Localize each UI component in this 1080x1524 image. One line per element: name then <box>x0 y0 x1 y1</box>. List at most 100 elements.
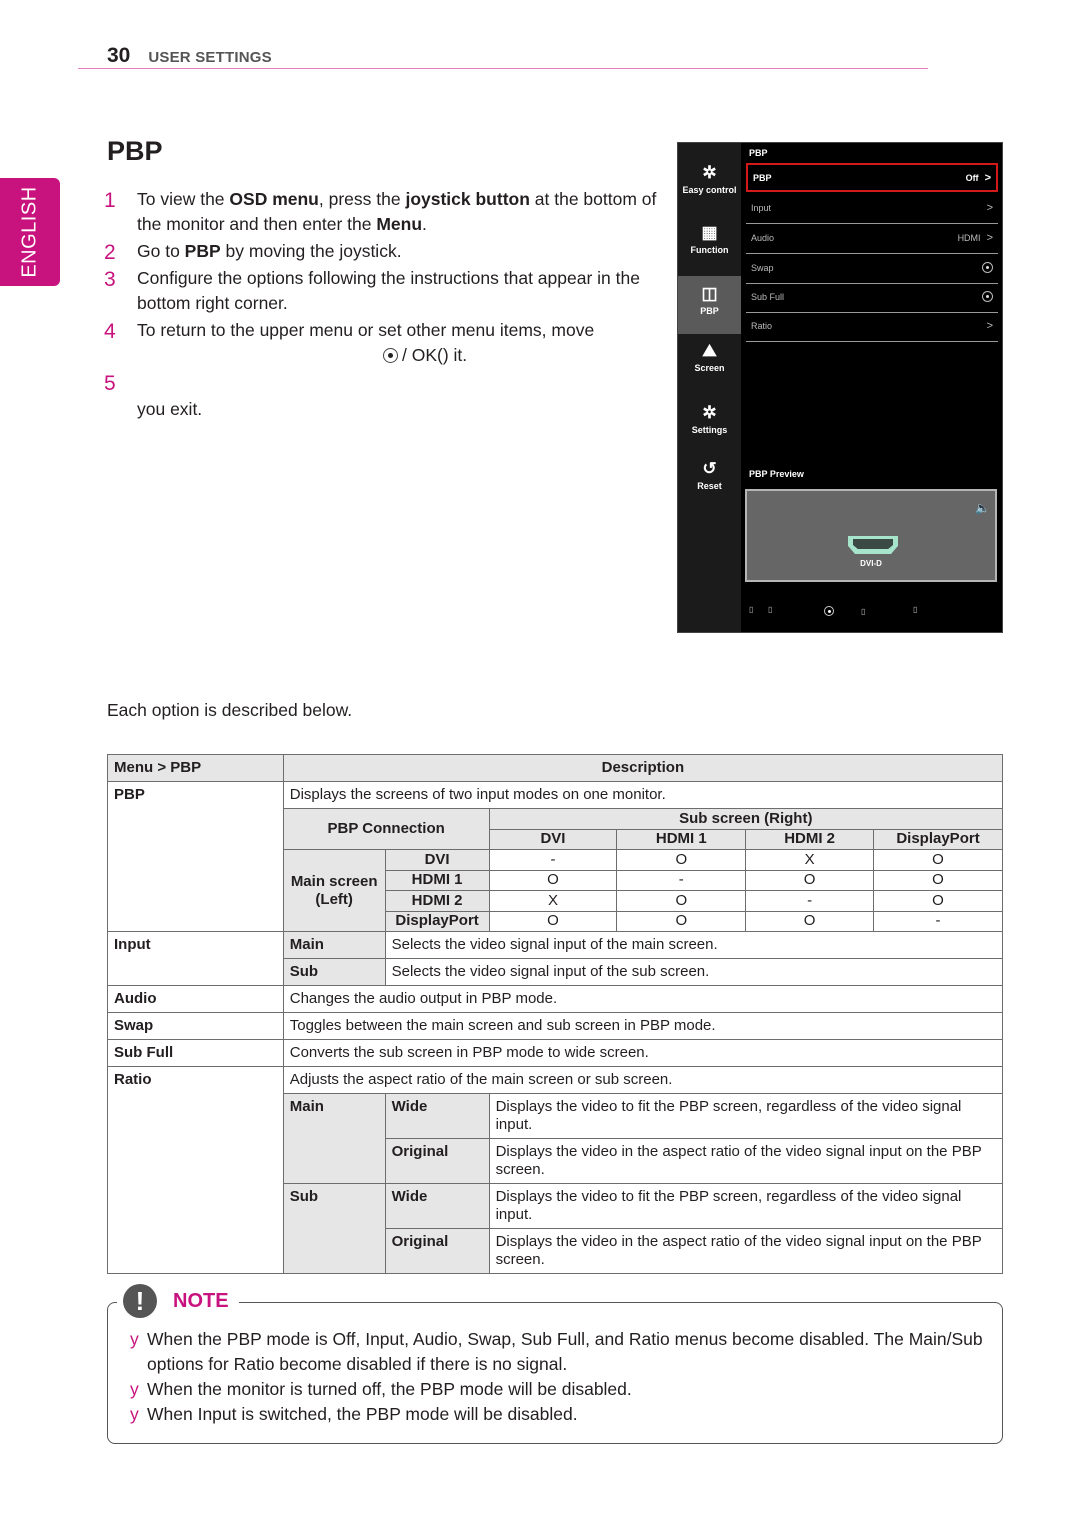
header-divider <box>78 68 928 69</box>
bullet-icon: y <box>130 1379 139 1399</box>
osd-nav-function[interactable]: ▦ Function <box>678 223 741 273</box>
compat-cell: O <box>488 910 618 932</box>
header-description: Description <box>282 754 1004 782</box>
step-text: , press the <box>318 189 406 209</box>
osd-item-pbp[interactable]: PBP Off > <box>746 163 998 192</box>
step-bold: Menu <box>376 214 423 234</box>
osd-nav-label: Screen <box>694 363 725 373</box>
row-label-ratio: Ratio <box>107 1066 284 1274</box>
row-input: HDMI 2 <box>384 890 490 912</box>
sub-full-desc: Converts the sub screen in PBP mode to w… <box>282 1039 1004 1067</box>
osd-nav-settings[interactable]: ✲ Settings <box>678 403 741 453</box>
compat-cell: O <box>616 849 747 871</box>
input-sub-desc: Selects the video signal input of the su… <box>384 958 1004 986</box>
page-number: 30 <box>107 44 131 67</box>
reset-icon: ↺ <box>702 459 717 478</box>
row-input: DVI <box>384 849 490 871</box>
note-header: ! NOTE <box>117 1284 239 1318</box>
dvi-connector-icon <box>848 536 898 554</box>
step-5: 5 you exit. <box>104 370 664 422</box>
ratio-sub-label: Sub <box>282 1183 386 1274</box>
instruction-steps: 1 To view the OSD menu, press the joysti… <box>104 187 664 422</box>
compat-cell: - <box>488 849 618 871</box>
settings-icon: ✲ <box>702 403 717 422</box>
osd-nav-screen[interactable]: ⛰ Screen <box>678 341 741 391</box>
table-row: PBP Displays the screens of two input mo… <box>107 781 1004 932</box>
pbp-preview-label: PBP Preview <box>749 469 804 479</box>
osd-item-label: Audio <box>751 232 775 243</box>
ratio-original-desc: Displays the video in the aspect ratio o… <box>488 1228 1004 1274</box>
step-text: To view the <box>137 189 230 209</box>
speaker-icon: 🔈 <box>975 501 990 515</box>
compat-cell: - <box>616 869 747 891</box>
ratio-original-label: Original <box>384 1138 490 1184</box>
main-screen-label-line: (Left) <box>315 890 353 908</box>
osd-nav-reset[interactable]: ↺ Reset <box>678 459 741 509</box>
note-text: When Input is switched, the PBP mode wil… <box>147 1404 578 1424</box>
osd-item-label: Swap <box>751 262 774 273</box>
step-text: To return to the upper menu or set other… <box>137 320 595 340</box>
osd-nav-label: PBP <box>700 306 719 316</box>
chevron-right-icon: > <box>986 201 993 214</box>
ratio-original-label: Original <box>384 1228 490 1274</box>
joystick-icon <box>824 606 834 616</box>
osd-item-label: Ratio <box>751 320 773 331</box>
osd-item-sub-full[interactable]: Sub Full <box>746 282 998 311</box>
table-row: Audio Changes the audio output in PBP mo… <box>107 985 1004 1013</box>
step-bold: PBP <box>184 241 221 261</box>
bullet-icon: y <box>130 1404 139 1424</box>
options-table: Menu > PBP Description PBP Displays the … <box>107 754 1004 1274</box>
compat-cell: O <box>616 910 747 932</box>
osd-sidebar: ✲ Easy control ▦ Function ◫ PBP ⛰ Screen… <box>678 143 741 632</box>
section-title: USER SETTINGS <box>148 49 272 66</box>
osd-item-value: Off <box>965 172 979 183</box>
page-header: 30 USER SETTINGS <box>107 44 272 68</box>
osd-item-input[interactable]: Input > <box>746 193 998 222</box>
table-row: Input Main Selects the video signal inpu… <box>107 931 1004 986</box>
osd-item-ratio[interactable]: Ratio > <box>746 311 998 340</box>
language-label: ENGLISH <box>18 186 41 278</box>
osd-nav-label: Function <box>690 245 729 255</box>
table-header-row: Menu > PBP Description <box>107 754 1004 782</box>
osd-item-label: Input <box>751 202 772 213</box>
osd-item-swap[interactable]: Swap <box>746 253 998 282</box>
step-text: . <box>422 214 427 234</box>
step-text: / OK() it. <box>402 345 468 365</box>
input-main-label: Main <box>282 931 386 959</box>
step-1: 1 To view the OSD menu, press the joysti… <box>104 187 664 237</box>
function-icon: ▦ <box>701 223 718 242</box>
osd-nav-label: Settings <box>691 425 728 435</box>
osd-nav-pbp[interactable]: ◫ PBP <box>678 276 741 334</box>
note-item: y When the monitor is turned off, the PBP… <box>130 1377 990 1402</box>
footer-button-icon: ▯ <box>768 605 773 614</box>
osd-item-audio[interactable]: Audio HDMI > <box>746 223 998 252</box>
osd-item-label: Sub Full <box>751 291 785 302</box>
ratio-desc: Adjusts the aspect ratio of the main scr… <box>282 1066 1004 1094</box>
ratio-wide-desc: Displays the video to fit the PBP screen… <box>488 1183 1004 1229</box>
row-label-swap: Swap <box>107 1012 284 1040</box>
osd-nav-easy-control[interactable]: ✲ Easy control <box>678 163 741 213</box>
step-4: 4 To return to the upper menu or set oth… <box>104 318 664 368</box>
note-item: y When Input is switched, the PBP mode wi… <box>130 1402 990 1427</box>
col-hdmi1: HDMI 1 <box>616 828 747 850</box>
table-row: Ratio Adjusts the aspect ratio of the ma… <box>107 1066 1004 1274</box>
step-number: 5 <box>104 372 116 395</box>
step-number: 3 <box>104 268 116 291</box>
ratio-original-desc: Displays the video in the aspect ratio o… <box>488 1138 1004 1184</box>
footer-button-icon: ▯ <box>861 607 866 616</box>
step-2: 2 Go to PBP by moving the joystick. <box>104 239 664 264</box>
col-displayport: DisplayPort <box>873 828 1003 850</box>
compat-cell: O <box>873 869 1003 891</box>
pbp-description: Displays the screens of two input modes … <box>282 781 1004 809</box>
header-menu: Menu > PBP <box>107 754 284 782</box>
compat-cell: O <box>616 890 747 912</box>
step-number: 4 <box>104 320 116 343</box>
compat-cell: - <box>745 890 875 912</box>
step-text: you exit. <box>137 399 203 419</box>
joystick-press-icon <box>383 348 398 363</box>
table-row: Swap Toggles between the main screen and… <box>107 1012 1004 1040</box>
radio-icon <box>982 262 993 273</box>
chevron-right-icon: > <box>986 231 993 244</box>
row-input: HDMI 1 <box>384 869 490 891</box>
radio-icon <box>982 291 993 302</box>
